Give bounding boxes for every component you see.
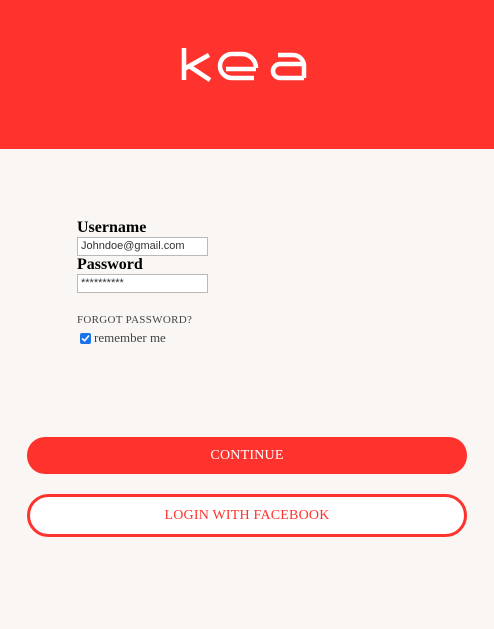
username-field[interactable]: Johndoe@gmail.com: [77, 237, 208, 256]
password-label: Password: [77, 256, 143, 273]
remember-me-row[interactable]: remember me: [80, 330, 166, 346]
password-field[interactable]: **********: [77, 274, 208, 293]
continue-button[interactable]: CONTINUE: [27, 437, 467, 474]
header-banner: [0, 0, 494, 149]
remember-me-checkbox[interactable]: [80, 332, 91, 344]
remember-me-label: remember me: [94, 330, 166, 345]
kea-logo: [181, 48, 307, 82]
forgot-password-link[interactable]: FORGOT PASSWORD?: [77, 313, 192, 327]
login-with-facebook-button[interactable]: LOGIN WITH FACEBOOK: [27, 494, 467, 537]
username-label: Username: [77, 219, 147, 236]
checkmark-icon: [81, 334, 90, 342]
